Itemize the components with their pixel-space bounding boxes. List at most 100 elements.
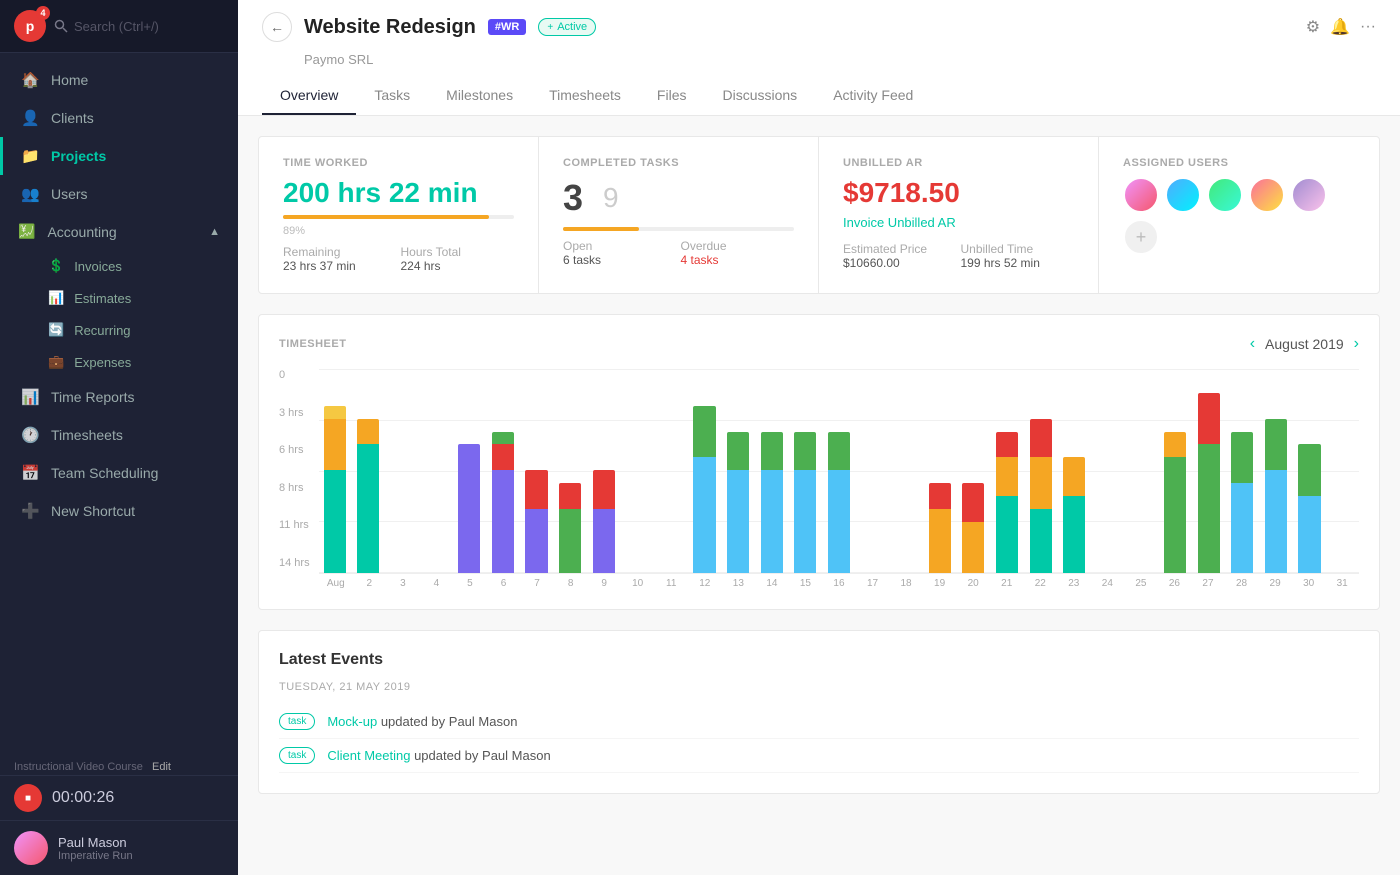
chart-next-button[interactable]: › <box>1354 335 1359 353</box>
stats-row: TIME WORKED 200 hrs 22 min 89% Remaining… <box>258 136 1380 294</box>
bar-seg-27-0 <box>1231 483 1253 573</box>
completed-numbers: 3 9 <box>563 177 794 219</box>
assigned-user-5[interactable] <box>1291 177 1327 213</box>
x-label-5: 6 <box>487 578 521 589</box>
bar-seg-4-1 <box>458 470 480 509</box>
search-icon <box>54 19 68 33</box>
bar-seg-26-1 <box>1198 393 1220 444</box>
unbilled-ar-label: UNBILLED AR <box>843 157 1074 169</box>
sidebar-item-invoices[interactable]: 💲 Invoices <box>0 250 238 282</box>
more-options-icon[interactable]: ··· <box>1360 18 1376 36</box>
bar-group-9 <box>621 369 653 573</box>
assigned-user-4[interactable] <box>1249 177 1285 213</box>
assigned-user-3[interactable] <box>1207 177 1243 213</box>
chart-body: Aug2345678910111213141516171819202122232… <box>319 369 1359 589</box>
recurring-icon: 🔄 <box>48 322 64 338</box>
x-label-28: 29 <box>1258 578 1292 589</box>
tab-files[interactable]: Files <box>639 77 705 115</box>
bar-seg-19-1 <box>962 483 984 522</box>
x-label-8: 9 <box>587 578 621 589</box>
content-area: TIME WORKED 200 hrs 22 min 89% Remaining… <box>238 116 1400 875</box>
chart-grid <box>319 369 1359 574</box>
back-button[interactable]: ← <box>262 12 292 42</box>
bar-group-19 <box>958 369 990 573</box>
sidebar-item-new-shortcut[interactable]: ➕ New Shortcut <box>0 492 238 530</box>
users-icon: 👥 <box>21 185 39 203</box>
bar-seg-5-1 <box>492 444 514 470</box>
invoice-link[interactable]: Invoice Unbilled AR <box>843 215 1074 230</box>
add-user-button[interactable]: + <box>1123 219 1159 255</box>
sidebar-item-home[interactable]: 🏠 Home <box>0 61 238 99</box>
tab-activity-feed[interactable]: Activity Feed <box>815 77 931 115</box>
bar-seg-6-0 <box>525 509 547 573</box>
expenses-icon: 💼 <box>48 354 64 370</box>
bar-group-18 <box>924 369 956 573</box>
x-label-13: 14 <box>755 578 789 589</box>
tab-milestones[interactable]: Milestones <box>428 77 531 115</box>
events-title: Latest Events <box>279 651 1359 669</box>
chart-prev-button[interactable]: ‹ <box>1250 335 1255 353</box>
project-title: Website Redesign <box>304 16 476 39</box>
time-reports-icon: 📊 <box>21 388 39 406</box>
notification-bell-icon[interactable]: 🔔 <box>1330 17 1350 37</box>
sidebar-item-expenses[interactable]: 💼 Expenses <box>0 346 238 378</box>
bar-group-12 <box>722 369 754 573</box>
bar-seg-4-0 <box>458 509 480 573</box>
timer-stop-button[interactable]: ■ <box>14 784 42 812</box>
bar-group-20 <box>991 369 1023 573</box>
assigned-user-1[interactable] <box>1123 177 1159 213</box>
bar-group-10 <box>655 369 687 573</box>
bar-group-24 <box>1126 369 1158 573</box>
sidebar-item-timesheets[interactable]: 🕐 Timesheets <box>0 416 238 454</box>
sidebar-item-clients[interactable]: 👤 Clients <box>0 99 238 137</box>
bar-seg-0-0 <box>324 470 346 573</box>
progress-label: 89% <box>283 225 514 237</box>
x-label-14: 15 <box>789 578 823 589</box>
event-highlight-2[interactable]: Client Meeting <box>327 748 410 763</box>
bar-seg-12-1 <box>727 432 749 471</box>
timer-edit-link[interactable]: Edit <box>152 761 171 773</box>
bar-group-16 <box>857 369 889 573</box>
events-date: TUESDAY, 21 MAY 2019 <box>279 681 1359 693</box>
x-label-7: 8 <box>554 578 588 589</box>
tab-discussions[interactable]: Discussions <box>704 77 815 115</box>
main-header: ← Website Redesign #WR + Active ⚙ 🔔 ··· … <box>238 0 1400 116</box>
bar-seg-21-0 <box>1030 509 1052 573</box>
event-text-2: Client Meeting updated by Paul Mason <box>327 748 550 763</box>
event-item-1: task Mock-up updated by Paul Mason <box>279 705 1359 739</box>
bar-group-26 <box>1193 369 1225 573</box>
bar-seg-20-2 <box>996 432 1018 458</box>
x-label-27: 28 <box>1225 578 1259 589</box>
bar-seg-19-0 <box>962 522 984 573</box>
bar-group-17 <box>890 369 922 573</box>
search-area[interactable]: Search (Ctrl+/) <box>54 19 159 34</box>
sidebar-item-users[interactable]: 👥 Users <box>0 175 238 213</box>
tab-overview[interactable]: Overview <box>262 77 356 115</box>
bar-group-22 <box>1058 369 1090 573</box>
sidebar-item-time-reports[interactable]: 📊 Time Reports <box>0 378 238 416</box>
sidebar-item-recurring[interactable]: 🔄 Recurring <box>0 314 238 346</box>
sidebar-item-team-scheduling[interactable]: 📅 Team Scheduling <box>0 454 238 492</box>
sidebar-item-estimates[interactable]: 📊 Estimates <box>0 282 238 314</box>
bar-seg-6-1 <box>525 470 547 509</box>
bar-seg-0-2 <box>324 406 346 419</box>
assigned-user-2[interactable] <box>1165 177 1201 213</box>
bar-group-3 <box>420 369 452 573</box>
x-label-11: 12 <box>688 578 722 589</box>
tab-timesheets[interactable]: Timesheets <box>531 77 639 115</box>
events-section: Latest Events TUESDAY, 21 MAY 2019 task … <box>258 630 1380 794</box>
accounting-header[interactable]: 💹 Accounting ▲ <box>0 213 238 250</box>
x-label-9: 10 <box>621 578 655 589</box>
sidebar-header: p 4 Search (Ctrl+/) <box>0 0 238 53</box>
x-label-20: 21 <box>990 578 1024 589</box>
settings-icon[interactable]: ⚙ <box>1306 17 1320 37</box>
bar-group-4 <box>453 369 485 573</box>
sidebar: p 4 Search (Ctrl+/) 🏠 Home 👤 Clients 📁 P… <box>0 0 238 875</box>
sidebar-item-projects[interactable]: 📁 Projects <box>0 137 238 175</box>
x-label-10: 11 <box>654 578 688 589</box>
event-highlight-1[interactable]: Mock-up <box>327 714 377 729</box>
completed-progress-fill <box>563 227 639 231</box>
tab-tasks[interactable]: Tasks <box>356 77 428 115</box>
y-label-3: 3 hrs <box>279 407 319 419</box>
event-text-1: Mock-up updated by Paul Mason <box>327 714 517 729</box>
